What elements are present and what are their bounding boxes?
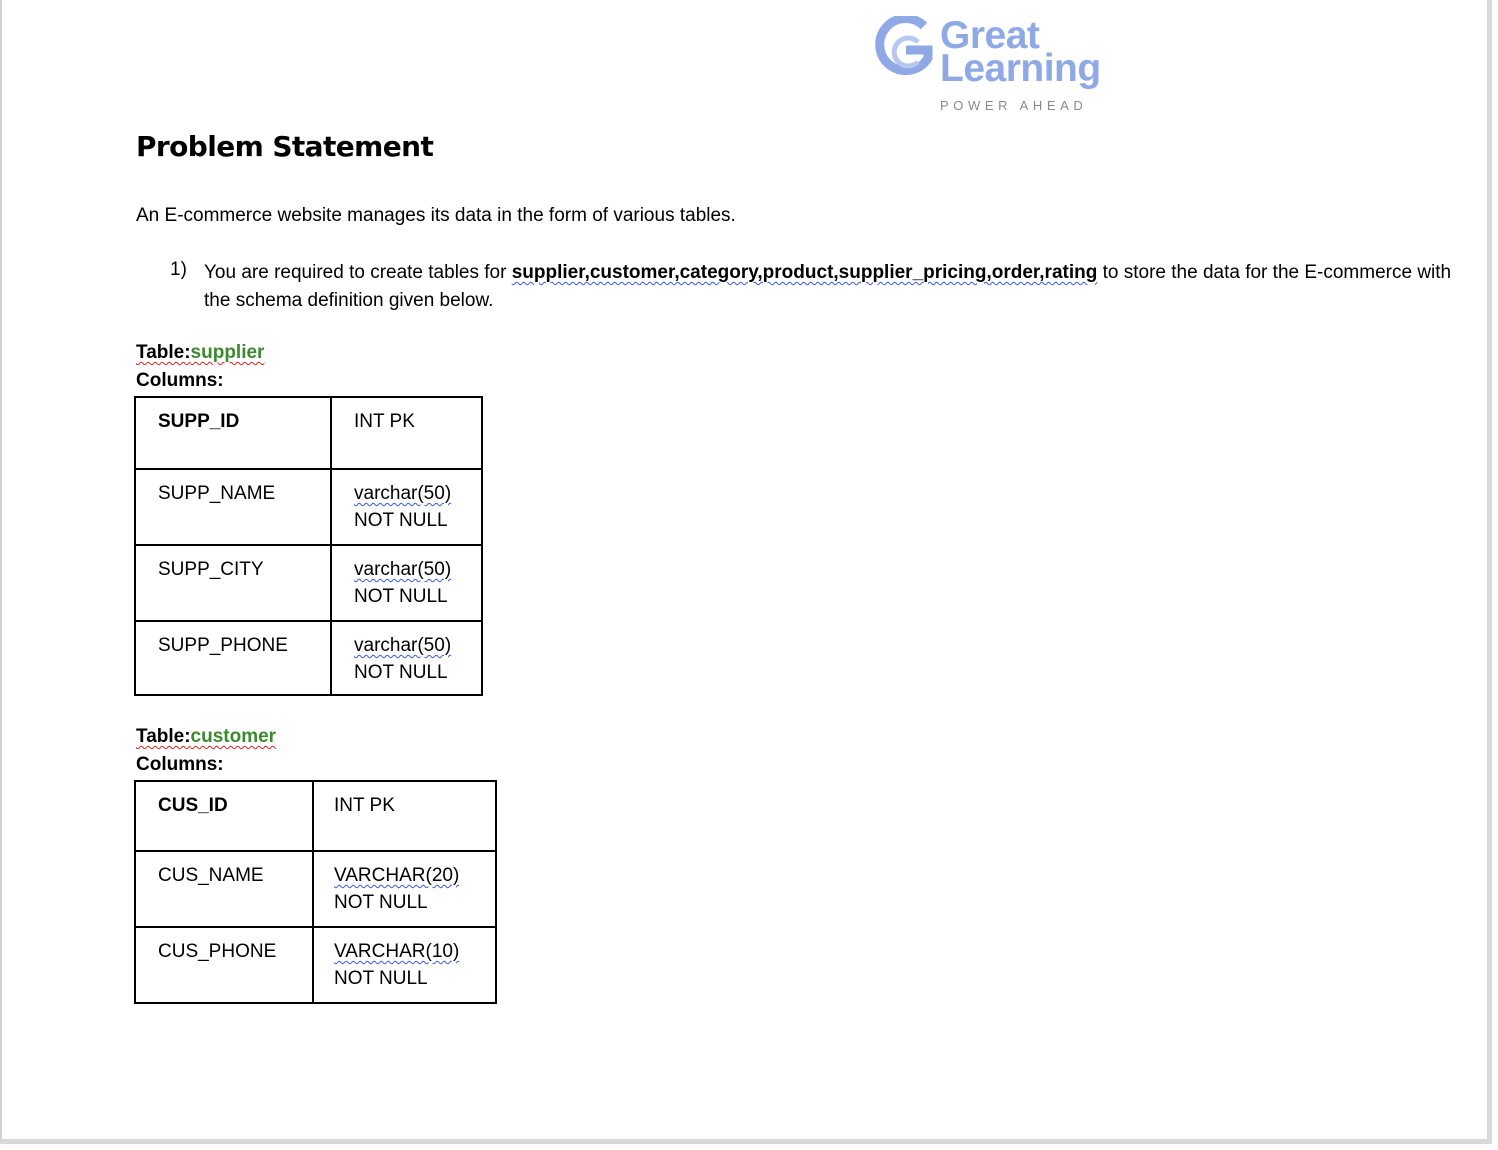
column-name: SUPP_PHONE <box>134 620 332 696</box>
type-text: INT PK <box>334 795 395 816</box>
table-row: CUS_ID INT PK <box>134 780 497 852</box>
table-name: customer <box>190 726 277 747</box>
table-row: SUPP_CITY varchar(50) NOT NULL <box>134 544 483 622</box>
intro-paragraph: An E-commerce website manages its data i… <box>136 205 736 226</box>
column-type: varchar(50) NOT NULL <box>330 468 483 546</box>
list-item-text: You are required to create tables for su… <box>204 259 1454 315</box>
table-row: SUPP_ID INT PK <box>134 396 483 470</box>
column-type: varchar(50) NOT NULL <box>330 620 483 696</box>
constraint-text: NOT NULL <box>334 968 428 989</box>
logo-tagline: POWER AHEAD <box>940 98 1088 113</box>
type-text: varchar(50) <box>354 635 452 656</box>
column-name: CUS_PHONE <box>134 926 314 1004</box>
column-name: SUPP_ID <box>134 396 332 470</box>
table-label-supplier: Table:supplier <box>136 342 264 364</box>
table-label-prefix: Table: <box>136 726 191 747</box>
table-row: CUS_PHONE VARCHAR(10) NOT NULL <box>134 926 497 1004</box>
columns-label: Columns: <box>136 370 224 391</box>
type-text: VARCHAR(10) <box>334 941 460 962</box>
column-name: CUS_NAME <box>134 850 314 928</box>
table-row: SUPP_NAME varchar(50) NOT NULL <box>134 468 483 546</box>
tables-list: supplier,customer,category,product,suppl… <box>511 262 1098 283</box>
table-label-prefix: Table: <box>136 342 191 363</box>
supplier-schema-table: SUPP_ID INT PK SUPP_NAME varchar(50) NOT … <box>134 396 483 696</box>
g-logo-icon <box>875 16 933 75</box>
type-text: varchar(50) <box>354 559 452 580</box>
column-name: CUS_ID <box>134 780 314 852</box>
table-label-customer: Table:customer <box>136 726 276 748</box>
logo-word-learning: Learning <box>940 47 1101 90</box>
constraint-text: NOT NULL <box>334 892 428 913</box>
column-type: INT PK <box>330 396 483 470</box>
column-type: varchar(50) NOT NULL <box>330 544 483 622</box>
columns-label: Columns: <box>136 754 224 775</box>
table-row: SUPP_PHONE varchar(50) NOT NULL <box>134 620 483 696</box>
type-text: VARCHAR(20) <box>334 865 460 886</box>
column-type: INT PK <box>312 780 497 852</box>
constraint-text: NOT NULL <box>354 510 448 531</box>
customer-schema-table: CUS_ID INT PK CUS_NAME VARCHAR(20) NOT NU… <box>134 780 497 1004</box>
constraint-text: NOT NULL <box>354 662 448 683</box>
constraint-text: NOT NULL <box>354 586 448 607</box>
type-text: varchar(50) <box>354 483 452 504</box>
column-type: VARCHAR(10) NOT NULL <box>312 926 497 1004</box>
column-name: SUPP_CITY <box>134 544 332 622</box>
list-item-prefix: You are required to create tables for <box>204 262 512 283</box>
page-title: Problem Statement <box>136 130 434 163</box>
type-text: INT PK <box>354 411 415 432</box>
great-learning-logo: Great Learning POWER AHEAD <box>874 14 1114 114</box>
column-type: VARCHAR(20) NOT NULL <box>312 850 497 928</box>
table-row: CUS_NAME VARCHAR(20) NOT NULL <box>134 850 497 928</box>
list-item-number: 1) <box>170 259 187 280</box>
column-name: SUPP_NAME <box>134 468 332 546</box>
table-name: supplier <box>190 342 265 363</box>
